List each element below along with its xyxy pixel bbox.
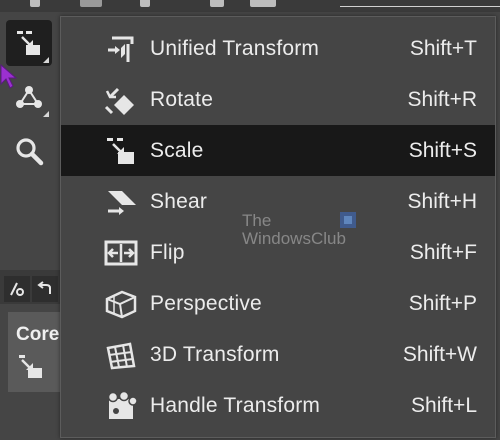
tool-icon-stub[interactable] — [210, 0, 224, 7]
scale-icon — [103, 135, 139, 167]
mouse-cursor-icon — [0, 64, 18, 89]
scale-icon — [19, 355, 42, 378]
watermark-line1: The — [242, 211, 272, 230]
menu-item-rotate[interactable]: Rotate Shift+R — [61, 74, 495, 125]
flip-icon — [103, 237, 139, 269]
undo-icon — [37, 281, 51, 294]
menu-item-label: Perspective — [150, 292, 262, 315]
dock-tabs — [0, 270, 62, 304]
menu-item-label: Scale — [150, 139, 204, 162]
handle-transform-icon — [103, 390, 139, 422]
menu-item-shortcut: Shift+L — [411, 394, 477, 417]
unified-transform-icon — [103, 33, 139, 65]
menu-item-label: Shear — [150, 190, 208, 213]
tool-options-tab[interactable] — [4, 276, 30, 302]
magnifier-icon — [16, 138, 44, 166]
toolbox-top-strip — [0, 0, 500, 12]
watermark-logo-icon — [340, 212, 356, 228]
tool-icon-stub[interactable] — [140, 0, 150, 7]
watermark-line2: WindowsClub — [242, 229, 346, 248]
3d-transform-icon — [103, 339, 139, 371]
group-indicator — [43, 57, 49, 63]
menu-item-handle-transform[interactable]: Handle Transform Shift+L — [61, 380, 495, 431]
rotate-icon — [103, 84, 139, 116]
toolbox: Core — [0, 12, 62, 440]
scale-icon — [17, 31, 40, 55]
perspective-icon — [103, 288, 139, 320]
menu-item-3d-transform[interactable]: 3D Transform Shift+W — [61, 329, 495, 380]
ruler-line — [340, 6, 500, 7]
menu-item-label: 3D Transform — [150, 343, 280, 366]
menu-item-perspective[interactable]: Perspective Shift+P — [61, 278, 495, 329]
scale-tool-button[interactable] — [6, 20, 52, 66]
tool-icon-stub[interactable] — [250, 0, 276, 7]
zoom-tool-button[interactable] — [6, 128, 52, 174]
shear-icon — [103, 186, 139, 218]
menu-item-label: Handle Transform — [150, 394, 321, 417]
menu-item-label: Flip — [150, 241, 185, 264]
watermark: The WindowsClub — [242, 211, 356, 248]
menu-item-shortcut: Shift+R — [407, 88, 477, 111]
undo-history-tab[interactable] — [32, 276, 58, 302]
menu-item-shortcut: Shift+S — [408, 139, 477, 162]
menu-item-shortcut: Shift+W — [402, 343, 477, 366]
menu-item-shortcut: Shift+T — [409, 37, 477, 60]
menu-item-unified-transform[interactable]: Unified Transform Shift+T — [61, 23, 495, 74]
tool-icon-stub[interactable] — [30, 0, 40, 7]
tool-options-icon — [10, 282, 24, 296]
tool-options-panel: Core — [8, 312, 62, 392]
menu-item-label: Rotate — [150, 88, 214, 111]
menu-item-shortcut: Shift+H — [407, 190, 477, 213]
menu-item-shortcut: Shift+P — [408, 292, 477, 315]
menu-item-label: Unified Transform — [150, 37, 320, 60]
menu-item-shortcut: Shift+F — [409, 241, 477, 264]
menu-item-scale[interactable]: Scale Shift+S — [61, 125, 495, 176]
dock-panel-label: Core — [16, 324, 60, 345]
tool-icon-stub[interactable] — [80, 0, 102, 7]
group-indicator — [43, 111, 49, 117]
